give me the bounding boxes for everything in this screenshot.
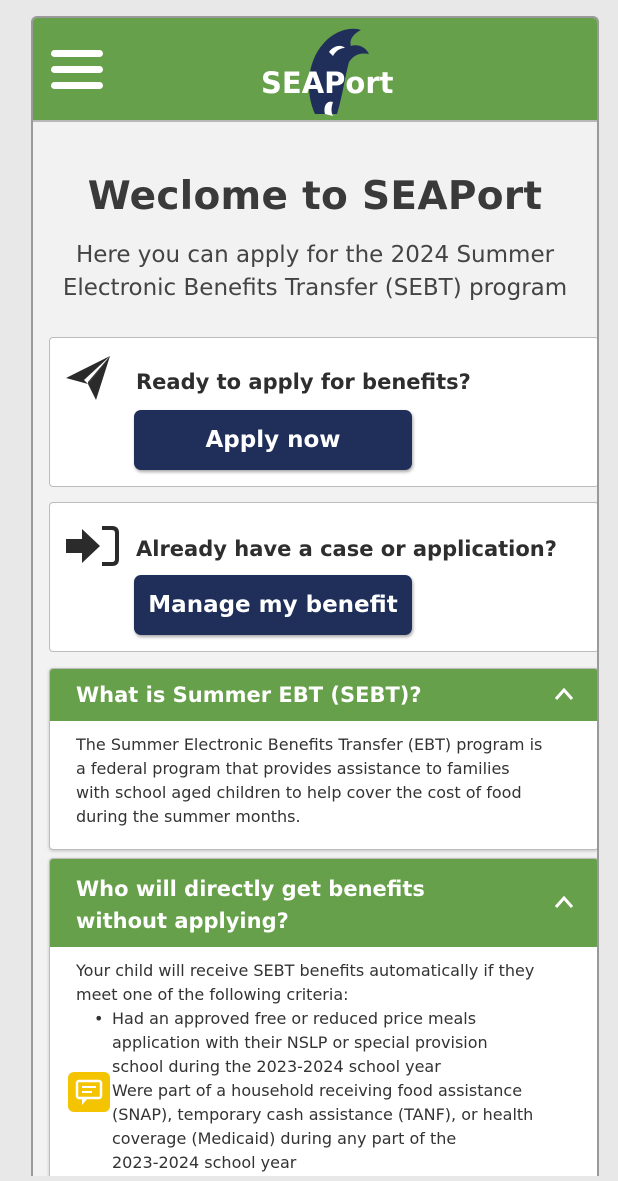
manage-card: Already have a case or application? Mana… bbox=[49, 502, 597, 652]
sign-in-icon bbox=[66, 526, 119, 566]
apply-now-button[interactable]: Apply now bbox=[134, 410, 412, 470]
subtitle-line-2: Electronic Benefits Transfer (SEBT) prog… bbox=[62, 275, 568, 301]
paper-plane-icon bbox=[66, 356, 110, 400]
list-item-line: 2023-2024 school year bbox=[112, 1153, 297, 1172]
list-item-line: (SNAP), temporary cash assistance (TANF)… bbox=[112, 1105, 534, 1124]
hero: Weclome to SEAPort Here you can apply fo… bbox=[33, 122, 597, 305]
accordion-header-who-gets-benefits[interactable]: Who will directly get benefits without a… bbox=[50, 859, 597, 947]
page-title: Weclome to SEAPort bbox=[87, 174, 543, 219]
accordion-what-is-sebt: What is Summer EBT (SEBT)? The Summer El… bbox=[49, 668, 597, 850]
page-subtitle: Here you can apply for the 2024 Summer E… bbox=[53, 239, 577, 305]
hamburger-menu-icon[interactable] bbox=[51, 50, 103, 90]
manage-prompt: Already have a case or application? bbox=[136, 537, 557, 561]
accordion-who-gets-benefits: Who will directly get benefits without a… bbox=[49, 858, 597, 1176]
body-line: with school aged children to help cover … bbox=[76, 783, 522, 802]
subtitle-line-1: Here you can apply for the 2024 Summer bbox=[75, 242, 555, 268]
list-item-line: Had an approved free or reduced price me… bbox=[112, 1009, 477, 1028]
chevron-up-icon bbox=[554, 895, 574, 908]
intro-line: meet one of the following criteria: bbox=[76, 985, 349, 1004]
list-item-line: school during the 2023-2024 school year bbox=[112, 1057, 441, 1076]
accordion-body: Your child will receive SEBT benefits au… bbox=[50, 947, 597, 1175]
intro-line: Your child will receive SEBT benefits au… bbox=[76, 961, 535, 980]
feedback-button[interactable] bbox=[68, 1072, 110, 1112]
body-line: during the summer months. bbox=[76, 807, 301, 826]
feedback-chat-icon bbox=[75, 1079, 103, 1105]
accordion-title-line-2: without applying? bbox=[76, 909, 289, 933]
logo-text: SEAPort bbox=[261, 66, 394, 100]
chevron-up-icon bbox=[554, 687, 574, 700]
body-line: The Summer Electronic Benefits Transfer … bbox=[76, 735, 543, 754]
apply-prompt: Ready to apply for benefits? bbox=[136, 370, 471, 394]
accordion-title-line-1: Who will directly get benefits bbox=[76, 877, 425, 901]
top-bar: SEAPort bbox=[33, 18, 597, 122]
manage-my-benefit-button[interactable]: Manage my benefit bbox=[134, 575, 412, 635]
seaport-logo[interactable]: SEAPort bbox=[253, 22, 413, 118]
accordion-title: What is Summer EBT (SEBT)? bbox=[76, 683, 422, 707]
list-item-line: Were part of a household receiving food … bbox=[112, 1081, 523, 1100]
apply-card: Ready to apply for benefits? Apply now bbox=[49, 337, 597, 487]
accordion-header-what-is-sebt[interactable]: What is Summer EBT (SEBT)? bbox=[50, 669, 597, 721]
list-item-line: coverage (Medicaid) during any part of t… bbox=[112, 1129, 457, 1148]
body-line: a federal program that provides assistan… bbox=[76, 759, 510, 778]
app-frame: SEAPort Weclome to SEAPort Here you can … bbox=[31, 16, 599, 1176]
list-item-line: application with their NSLP or special p… bbox=[112, 1033, 488, 1052]
accordion-body: The Summer Electronic Benefits Transfer … bbox=[50, 721, 597, 829]
list-item: Were part of a household receiving food … bbox=[90, 1079, 572, 1175]
criteria-list: Had an approved free or reduced price me… bbox=[76, 1007, 572, 1175]
list-item: Had an approved free or reduced price me… bbox=[90, 1007, 572, 1079]
